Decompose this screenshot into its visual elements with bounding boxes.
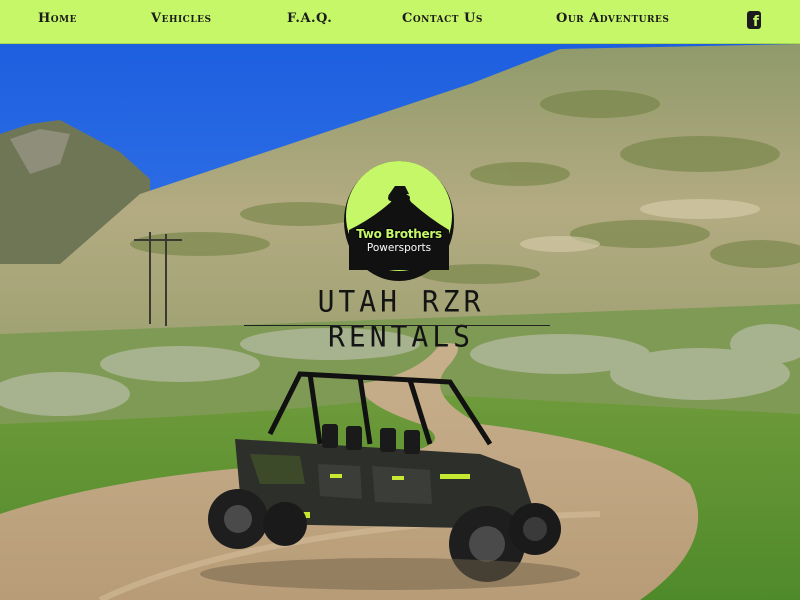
- utv-on-hill-icon: [344, 161, 454, 281]
- title-underline: [244, 325, 550, 326]
- hero-photo: Two Brothers Powersports UTAH RZR RENTAL…: [0, 44, 800, 600]
- facebook-icon[interactable]: f: [747, 11, 761, 29]
- nav-contact-link[interactable]: Contact Us: [402, 11, 483, 26]
- nav-home-link[interactable]: Home: [38, 11, 77, 26]
- nav-faq-link[interactable]: F.A.Q.: [287, 11, 332, 26]
- nav-adventures-link[interactable]: Our Adventures: [556, 11, 669, 26]
- brand-logo[interactable]: Two Brothers Powersports: [343, 160, 455, 282]
- logo-line-1: Two Brothers: [356, 227, 442, 241]
- top-navbar: Home Vehicles F.A.Q. Contact Us Our Adve…: [0, 0, 800, 44]
- page-title: UTAH RZR RENTALS: [317, 284, 485, 354]
- nav-vehicles-link[interactable]: Vehicles: [151, 11, 212, 26]
- logo-line-2: Powersports: [366, 242, 432, 254]
